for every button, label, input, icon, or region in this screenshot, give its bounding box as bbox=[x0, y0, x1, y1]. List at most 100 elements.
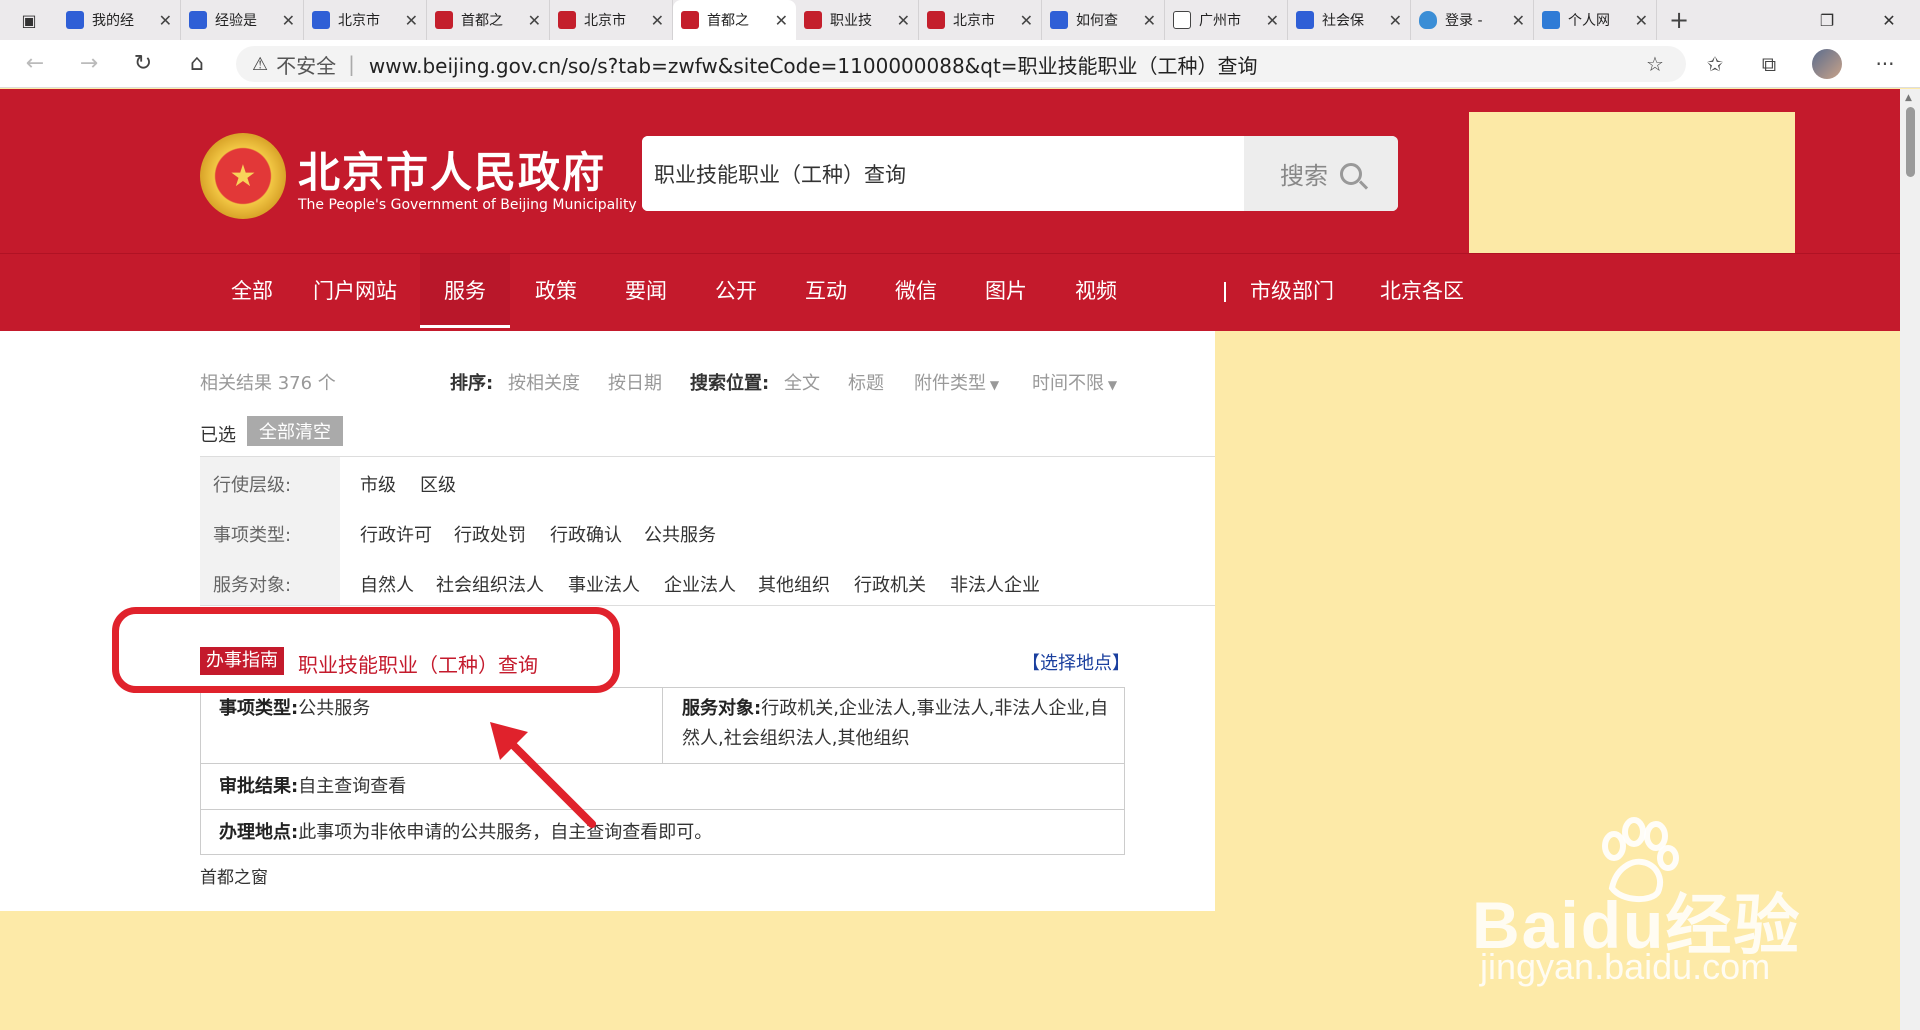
browser-tab[interactable]: 北京市 ✕ bbox=[919, 0, 1042, 40]
sort-by-date[interactable]: 按日期 bbox=[608, 369, 662, 395]
browser-tab[interactable]: 首都之 ✕ bbox=[427, 0, 550, 40]
url-separator: | bbox=[348, 52, 355, 76]
browser-tab[interactable]: 广州市 ✕ bbox=[1165, 0, 1288, 40]
clear-all-button[interactable]: 全部清空 bbox=[247, 416, 343, 446]
level-option[interactable]: 区级 bbox=[420, 471, 456, 497]
nav-item-districts[interactable]: 北京各区 bbox=[1380, 254, 1464, 328]
search-button[interactable]: 搜索 bbox=[1244, 136, 1398, 211]
paw-favicon-icon bbox=[66, 11, 84, 29]
sort-by-relevance[interactable]: 按相关度 bbox=[508, 369, 580, 395]
new-tab-button[interactable]: + bbox=[1657, 0, 1701, 40]
close-tab-icon[interactable]: ✕ bbox=[282, 11, 295, 30]
nav-item-images[interactable]: 图片 bbox=[978, 254, 1034, 328]
approval-result-cell: 审批结果:自主查询查看 bbox=[219, 776, 407, 797]
filter-label-column: 行使层级: 事项类型: 服务对象: bbox=[200, 457, 340, 605]
browser-tab[interactable]: 如何查 ✕ bbox=[1042, 0, 1165, 40]
nav-item-news[interactable]: 要闻 bbox=[618, 254, 674, 328]
gov-favicon-icon bbox=[681, 11, 699, 29]
close-tab-icon[interactable]: ✕ bbox=[1635, 11, 1648, 30]
close-tab-icon[interactable]: ✕ bbox=[528, 11, 541, 30]
target-option[interactable]: 事业法人 bbox=[568, 571, 640, 597]
browser-tab[interactable]: 登录 - ✕ bbox=[1411, 0, 1534, 40]
result-source: 首都之窗 bbox=[200, 868, 268, 888]
type-option[interactable]: 公共服务 bbox=[644, 521, 716, 547]
nav-item-all[interactable]: 全部 bbox=[222, 254, 282, 328]
forward-icon[interactable]: → bbox=[62, 40, 116, 88]
target-option[interactable]: 社会组织法人 bbox=[436, 571, 544, 597]
tab-label: 我的经 bbox=[92, 13, 134, 29]
time-limit-dropdown[interactable]: 时间不限 ▼ bbox=[1032, 369, 1117, 395]
chevron-down-icon: ▼ bbox=[986, 378, 1000, 392]
add-favorite-icon[interactable]: ☆ bbox=[1630, 40, 1680, 88]
search-box: 搜索 bbox=[642, 136, 1398, 211]
url-field[interactable]: ⚠ 不安全 | www.beijing.gov.cn/so/s?tab=zwfw… bbox=[236, 46, 1686, 82]
nav-item-portal[interactable]: 门户网站 bbox=[310, 254, 400, 328]
nav-item-services[interactable]: 服务 bbox=[420, 254, 510, 328]
close-tab-icon[interactable]: ✕ bbox=[1143, 11, 1156, 30]
tab-label: 登录 - bbox=[1445, 13, 1483, 29]
browser-tab[interactable]: 个人网 ✕ bbox=[1534, 0, 1657, 40]
target-option[interactable]: 其他组织 bbox=[758, 571, 830, 597]
browser-tab[interactable]: 社会保 ✕ bbox=[1288, 0, 1411, 40]
close-tab-icon[interactable]: ✕ bbox=[897, 11, 910, 30]
close-tab-icon[interactable]: ✕ bbox=[1389, 11, 1402, 30]
close-tab-icon[interactable]: ✕ bbox=[405, 11, 418, 30]
sort-label: 排序: bbox=[450, 373, 494, 394]
restore-window-icon[interactable]: ❐ bbox=[1796, 0, 1858, 40]
tab-label: 首都之 bbox=[707, 13, 749, 29]
attachment-type-dropdown[interactable]: 附件类型 ▼ bbox=[914, 369, 999, 395]
collections-icon[interactable]: ⧉ bbox=[1744, 40, 1794, 88]
nav-divider bbox=[1224, 282, 1226, 302]
nav-item-interaction[interactable]: 互动 bbox=[798, 254, 854, 328]
filter-panel: 行使层级: 事项类型: 服务对象: 市级 区级 行政许可 行政处罚 行政确认 公共服务 … bbox=[200, 456, 1215, 606]
tab-actions-icon[interactable]: ▣ bbox=[0, 0, 58, 40]
target-option[interactable]: 非法人企业 bbox=[950, 571, 1040, 597]
tab-label: 经验是 bbox=[215, 13, 257, 29]
close-tab-icon[interactable]: ✕ bbox=[159, 11, 172, 30]
detail-row-location: 办理地点:此事项为非依申请的公共服务，自主查询查看即可。 bbox=[201, 810, 1124, 855]
target-option[interactable]: 企业法人 bbox=[664, 571, 736, 597]
national-emblem-icon: ★ bbox=[200, 133, 286, 219]
scrollbar-thumb[interactable] bbox=[1906, 107, 1915, 177]
profile-avatar[interactable] bbox=[1802, 40, 1852, 88]
target-option[interactable]: 行政机关 bbox=[854, 571, 926, 597]
position-title[interactable]: 标题 bbox=[848, 369, 884, 395]
result-detail-table: 事项类型:公共服务 服务对象:行政机关,企业法人,事业法人,非法人企业,自 然人,… bbox=[200, 687, 1125, 855]
nav-item-videos[interactable]: 视频 bbox=[1068, 254, 1124, 328]
browser-tab[interactable]: 首都之 ✕ bbox=[673, 0, 796, 40]
close-tab-icon[interactable]: ✕ bbox=[1020, 11, 1033, 30]
home-icon[interactable]: ⌂ bbox=[170, 40, 224, 88]
choose-location-link[interactable]: 【选择地点】 bbox=[1022, 649, 1130, 675]
browser-tab[interactable]: 经验是 ✕ bbox=[181, 0, 304, 40]
level-option[interactable]: 市级 bbox=[360, 471, 396, 497]
browser-tab[interactable]: 北京市 ✕ bbox=[304, 0, 427, 40]
refresh-icon[interactable]: ↻ bbox=[116, 40, 170, 88]
type-option[interactable]: 行政确认 bbox=[550, 521, 622, 547]
close-window-icon[interactable]: ✕ bbox=[1858, 0, 1920, 40]
favorites-icon[interactable]: ✩ bbox=[1690, 40, 1740, 88]
nav-item-policy[interactable]: 政策 bbox=[528, 254, 584, 328]
scroll-up-icon[interactable]: ▲ bbox=[1905, 93, 1912, 103]
page-scrollbar[interactable]: ▲ bbox=[1900, 89, 1920, 1030]
nav-item-public[interactable]: 公开 bbox=[708, 254, 764, 328]
close-tab-icon[interactable]: ✕ bbox=[651, 11, 664, 30]
nav-item-city-departments[interactable]: 市级部门 bbox=[1250, 254, 1334, 328]
browser-tab[interactable]: 职业技 ✕ bbox=[796, 0, 919, 40]
target-option[interactable]: 自然人 bbox=[360, 571, 414, 597]
type-option[interactable]: 行政处罚 bbox=[454, 521, 526, 547]
close-tab-icon[interactable]: ✕ bbox=[775, 11, 788, 30]
nav-item-wechat[interactable]: 微信 bbox=[888, 254, 944, 328]
browser-tab[interactable]: 我的经 ✕ bbox=[58, 0, 181, 40]
paw-favicon-icon bbox=[312, 11, 330, 29]
browser-tab[interactable]: 北京市 ✕ bbox=[550, 0, 673, 40]
close-tab-icon[interactable]: ✕ bbox=[1266, 11, 1279, 30]
type-option[interactable]: 行政许可 bbox=[360, 521, 432, 547]
tab-label: 广州市 bbox=[1199, 13, 1241, 29]
tab-label: 社会保 bbox=[1322, 13, 1364, 29]
back-icon[interactable]: ← bbox=[8, 40, 62, 88]
more-options-icon[interactable]: ··· bbox=[1860, 40, 1910, 88]
close-tab-icon[interactable]: ✕ bbox=[1512, 11, 1525, 30]
position-fulltext[interactable]: 全文 bbox=[784, 369, 820, 395]
search-input[interactable] bbox=[642, 136, 1244, 211]
paw-favicon-icon bbox=[189, 11, 207, 29]
